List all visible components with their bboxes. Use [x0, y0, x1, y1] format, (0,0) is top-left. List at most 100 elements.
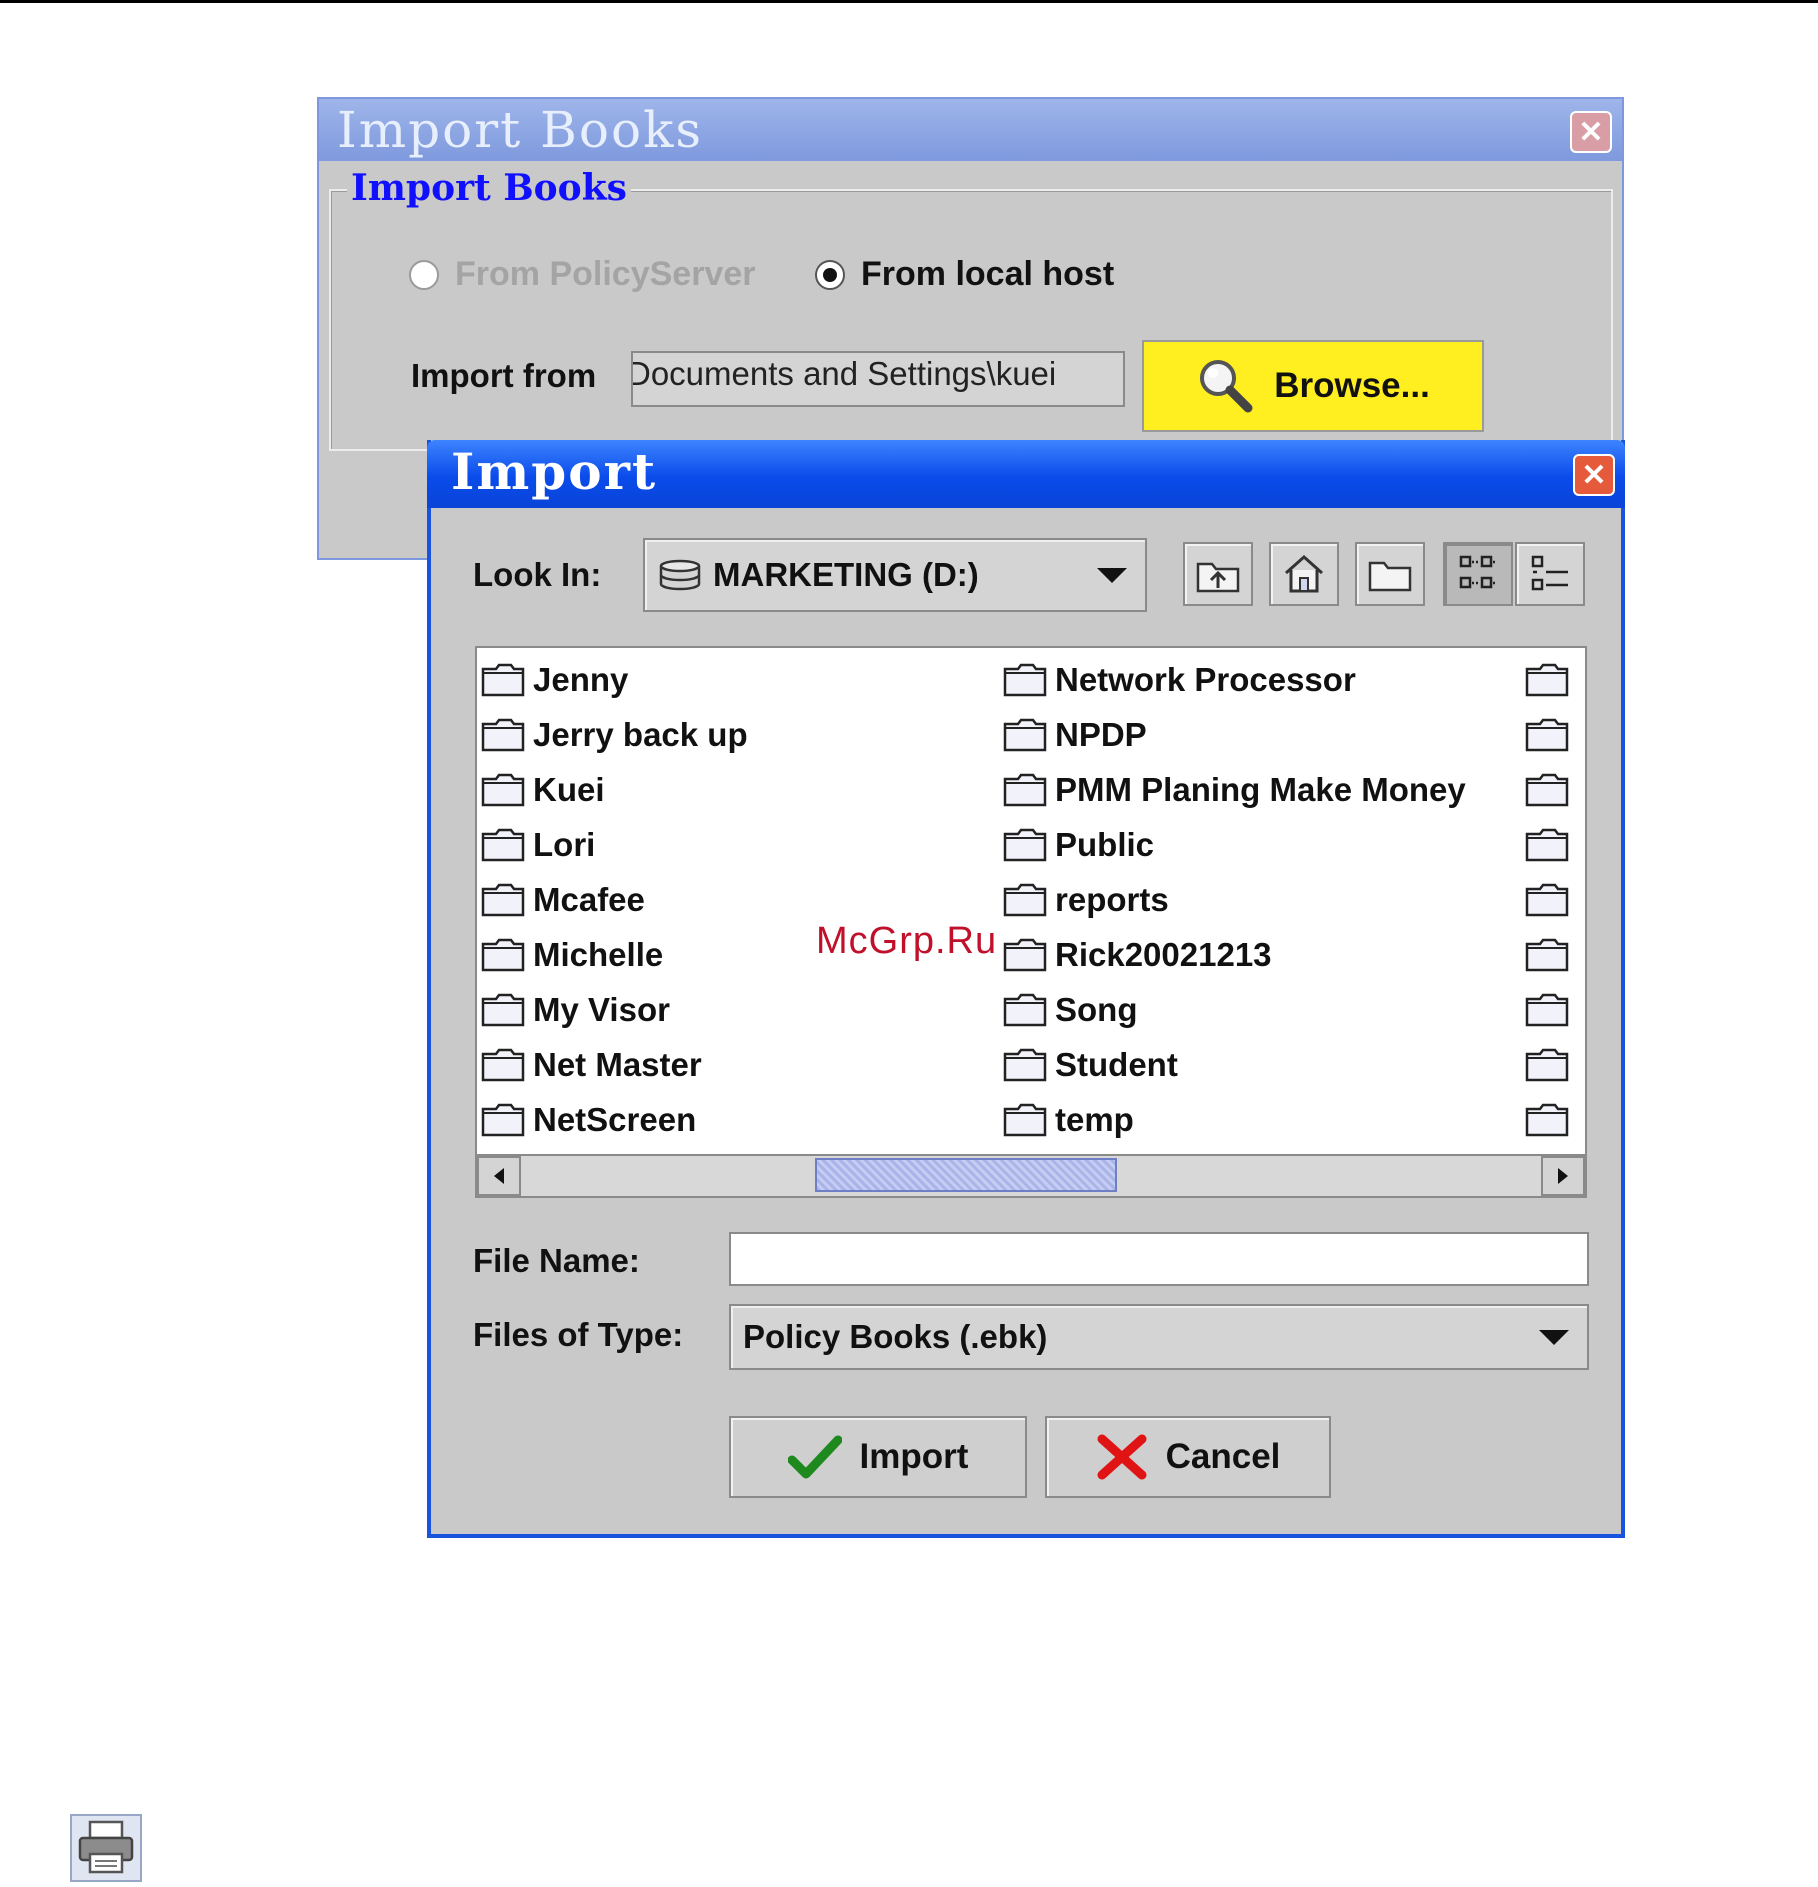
folder-icon: [481, 1048, 525, 1081]
up-folder-button[interactable]: [1183, 542, 1253, 606]
folder-icon: [1003, 938, 1047, 971]
folder-name: My Visor: [533, 990, 670, 1028]
import-books-title-bar[interactable]: Import Books ✕: [319, 99, 1622, 161]
folder-name: Song: [1055, 990, 1138, 1028]
cancel-button[interactable]: Cancel: [1045, 1416, 1331, 1498]
file-list-column-2: Network Processor NPDP PMM Planing Make Mo…: [1003, 652, 1466, 1147]
folder-item[interactable]: temp: [1003, 1092, 1466, 1147]
folder-item[interactable]: [1525, 652, 1577, 707]
radio-local-host-label: From local host: [861, 255, 1115, 293]
files-of-type-value: Policy Books (.ebk): [743, 1318, 1048, 1355]
folder-item[interactable]: Student: [1003, 1037, 1466, 1092]
folder-item[interactable]: [1525, 872, 1577, 927]
folder-icon: [1525, 663, 1569, 696]
folder-item[interactable]: Net Master: [481, 1037, 748, 1092]
folder-item[interactable]: [1525, 982, 1577, 1037]
import-dialog-title-bar[interactable]: Import ✕: [427, 440, 1625, 508]
radio-from-policyserver[interactable]: From PolicyServer: [409, 255, 755, 294]
folder-item[interactable]: Jerry back up: [481, 707, 748, 762]
radio-policyserver-label: From PolicyServer: [455, 255, 756, 293]
folder-item[interactable]: Network Processor: [1003, 652, 1466, 707]
import-dialog-title: Import: [451, 442, 658, 501]
import-button-label: Import: [859, 1437, 969, 1476]
chevron-down-icon: [1539, 1329, 1569, 1345]
folder-item[interactable]: NetScreen: [481, 1092, 748, 1147]
folder-item[interactable]: [1525, 1092, 1577, 1147]
folder-icon: [481, 1103, 525, 1136]
folder-item[interactable]: [1525, 762, 1577, 817]
import-button[interactable]: Import: [729, 1416, 1027, 1498]
details-view-button[interactable]: [1515, 542, 1585, 606]
folder-icon: [1525, 718, 1569, 751]
folder-icon: [481, 718, 525, 751]
folder-item[interactable]: [1525, 927, 1577, 982]
top-rule: [0, 0, 1818, 3]
folder-item[interactable]: reports: [1003, 872, 1466, 927]
folder-name: Kuei: [533, 770, 605, 808]
folder-name: PMM Planing Make Money: [1055, 770, 1466, 808]
list-view-button[interactable]: [1443, 542, 1513, 606]
folder-item[interactable]: My Visor: [481, 982, 748, 1037]
folder-item[interactable]: NPDP: [1003, 707, 1466, 762]
folder-name: Michelle: [533, 935, 664, 973]
folder-item[interactable]: Rick20021213: [1003, 927, 1466, 982]
folder-icon: [1003, 773, 1047, 806]
close-icon: ✕: [1578, 115, 1604, 149]
folder-name: reports: [1055, 880, 1169, 918]
folder-item[interactable]: [1525, 817, 1577, 872]
folder-item[interactable]: Mcafee: [481, 872, 748, 927]
radio-from-local-host[interactable]: From local host: [815, 255, 1114, 294]
scroll-left-button[interactable]: [477, 1156, 521, 1196]
file-list[interactable]: Jenny Jerry back up Kuei Lori Mcafee Michelle…: [475, 646, 1587, 1198]
look-in-value: MARKETING (D:): [713, 556, 979, 593]
import-books-title: Import Books: [337, 101, 704, 159]
folder-item[interactable]: Jenny: [481, 652, 748, 707]
printer-icon: [78, 1820, 134, 1874]
folder-item[interactable]: [1525, 1037, 1577, 1092]
folder-icon: [1525, 1103, 1569, 1136]
triangle-right-icon: [1558, 1168, 1568, 1184]
folder-item[interactable]: PMM Planing Make Money: [1003, 762, 1466, 817]
import-dialog-close-button[interactable]: ✕: [1573, 454, 1615, 496]
horizontal-scrollbar[interactable]: [477, 1154, 1585, 1196]
look-in-combo[interactable]: MARKETING (D:): [643, 538, 1147, 612]
close-icon: ✕: [1581, 458, 1607, 492]
folder-icon: [481, 663, 525, 696]
import-books-close-button[interactable]: ✕: [1570, 111, 1612, 153]
home-icon: [1285, 554, 1323, 593]
browse-label: Browse...: [1274, 366, 1430, 405]
folder-icon: [1003, 663, 1047, 696]
folder-name: Jenny: [533, 660, 629, 698]
import-from-label: Import from: [411, 357, 597, 394]
browse-button[interactable]: Browse...: [1142, 340, 1484, 432]
folder-item[interactable]: Michelle: [481, 927, 748, 982]
folder-icon: [1525, 828, 1569, 861]
folder-name: Network Processor: [1055, 660, 1356, 698]
file-name-input[interactable]: [729, 1232, 1589, 1286]
folder-item[interactable]: Kuei: [481, 762, 748, 817]
folder-icon: [481, 993, 525, 1026]
red-x-icon: [1097, 1434, 1147, 1480]
radio-checked-icon: [815, 259, 845, 290]
watermark: McGrp.Ru: [816, 920, 998, 962]
folder-item[interactable]: Public: [1003, 817, 1466, 872]
home-button[interactable]: [1269, 542, 1339, 606]
folder-name: Rick20021213: [1055, 935, 1272, 973]
folder-icon: [1003, 1103, 1047, 1136]
scroll-right-button[interactable]: [1541, 1156, 1585, 1196]
folder-item[interactable]: Lori: [481, 817, 748, 872]
folder-icon: [1525, 993, 1569, 1026]
scroll-thumb[interactable]: [815, 1158, 1117, 1192]
files-of-type-combo[interactable]: Policy Books (.ebk): [729, 1304, 1589, 1370]
folder-item[interactable]: [1525, 707, 1577, 762]
folder-name: Lori: [533, 825, 596, 863]
drive-icon: [659, 559, 701, 591]
printer-button[interactable]: [70, 1814, 142, 1882]
import-from-field[interactable]: Documents and Settings\kuei: [631, 351, 1125, 407]
folder-name: Public: [1055, 825, 1155, 863]
up-folder-icon: [1196, 562, 1240, 593]
magnifier-icon: [1200, 360, 1253, 413]
folder-item[interactable]: Song: [1003, 982, 1466, 1037]
folder-icon: [1003, 1048, 1047, 1081]
new-folder-button[interactable]: [1355, 542, 1425, 606]
